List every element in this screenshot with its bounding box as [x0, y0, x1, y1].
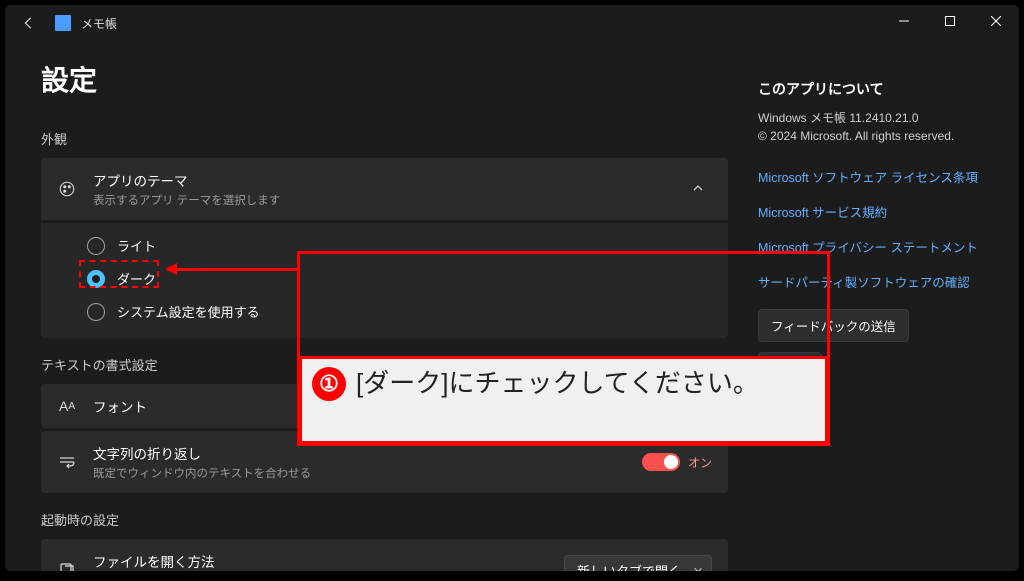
- font-icon: AA: [57, 398, 77, 414]
- file-open-text: ファイルを開く方法 ファイルを開く場所を選択する: [93, 551, 564, 571]
- wrap-icon: [57, 454, 77, 470]
- about-copyright: © 2024 Microsoft. All rights reserved.: [758, 127, 983, 145]
- file-open-dropdown[interactable]: 新しいタブで開く: [564, 555, 712, 572]
- file-open-icon: [57, 562, 77, 571]
- radio-label: システム設定を使用する: [117, 302, 260, 321]
- window-controls: [881, 5, 1019, 37]
- dropdown-value: 新しいタブで開く: [577, 561, 681, 572]
- link-license[interactable]: Microsoft ソフトウェア ライセンス条項: [758, 159, 983, 194]
- wordwrap-sub: 既定でウィンドウ内のテキストを合わせる: [93, 465, 642, 481]
- link-privacy[interactable]: Microsoft プライバシー ステートメント: [758, 229, 983, 264]
- section-appearance-label: 外観: [41, 129, 728, 148]
- theme-option-dark[interactable]: ダーク: [87, 262, 728, 295]
- app-icon: [55, 15, 71, 31]
- radio-icon: [87, 270, 105, 288]
- content: 設定 外観 アプリのテーマ 表示するアプリ テーマを選択します ライト: [5, 41, 1019, 571]
- titlebar: メモ帳: [5, 5, 1019, 41]
- minimize-icon: [899, 16, 909, 26]
- app-theme-text: アプリのテーマ 表示するアプリ テーマを選択します: [93, 170, 684, 208]
- feedback-button[interactable]: フィードバックの送信: [758, 309, 909, 342]
- wordwrap-title: 文字列の折り返し: [93, 443, 642, 463]
- link-thirdparty[interactable]: サードパーティ製ソフトウェアの確認: [758, 264, 983, 299]
- annotation-text: [ダーク]にチェックしてください。: [356, 367, 759, 401]
- radio-label: ダーク: [117, 269, 156, 288]
- annotation-callout: ① [ダーク]にチェックしてください。: [299, 356, 828, 444]
- radio-label: ライト: [117, 236, 156, 255]
- annotation-number: ①: [312, 367, 346, 401]
- arrow-left-icon: [22, 16, 36, 30]
- link-tos[interactable]: Microsoft サービス規約: [758, 194, 983, 229]
- wordwrap-text: 文字列の折り返し 既定でウィンドウ内のテキストを合わせる: [93, 443, 642, 481]
- settings-main: 設定 外観 アプリのテーマ 表示するアプリ テーマを選択します ライト: [41, 49, 758, 571]
- theme-option-light[interactable]: ライト: [87, 229, 728, 262]
- back-button[interactable]: [13, 7, 45, 39]
- radio-icon: [87, 237, 105, 255]
- file-open-row[interactable]: ファイルを開く方法 ファイルを開く場所を選択する 新しいタブで開く: [41, 539, 728, 571]
- chevron-up-icon: [684, 182, 712, 197]
- close-icon: [991, 16, 1001, 26]
- wordwrap-toggle-label: オン: [688, 454, 712, 471]
- section-startup-label: 起動時の設定: [41, 510, 728, 529]
- radio-icon: [87, 303, 105, 321]
- app-window: メモ帳 設定 外観 アプリのテーマ 表示するアプリ テーマを選択します: [5, 5, 1019, 571]
- file-open-title: ファイルを開く方法: [93, 551, 564, 571]
- about-sidebar: このアプリについて Windows メモ帳 11.2410.21.0 © 202…: [758, 49, 983, 571]
- palette-icon: [57, 180, 77, 198]
- theme-option-system[interactable]: システム設定を使用する: [87, 295, 728, 328]
- app-theme-title: アプリのテーマ: [93, 170, 684, 190]
- app-theme-row[interactable]: アプリのテーマ 表示するアプリ テーマを選択します: [41, 158, 728, 220]
- app-theme-sub: 表示するアプリ テーマを選択します: [93, 192, 684, 208]
- minimize-button[interactable]: [881, 5, 927, 37]
- close-button[interactable]: [973, 5, 1019, 37]
- about-heading: このアプリについて: [758, 79, 983, 99]
- app-title: メモ帳: [81, 15, 117, 32]
- about-version: Windows メモ帳 11.2410.21.0: [758, 109, 983, 127]
- theme-radio-group: ライト ダーク システム設定を使用する: [41, 223, 728, 338]
- page-title: 設定: [41, 59, 728, 99]
- maximize-icon: [945, 16, 955, 26]
- wordwrap-toggle[interactable]: [642, 453, 680, 471]
- maximize-button[interactable]: [927, 5, 973, 37]
- chevron-down-icon: [693, 565, 703, 571]
